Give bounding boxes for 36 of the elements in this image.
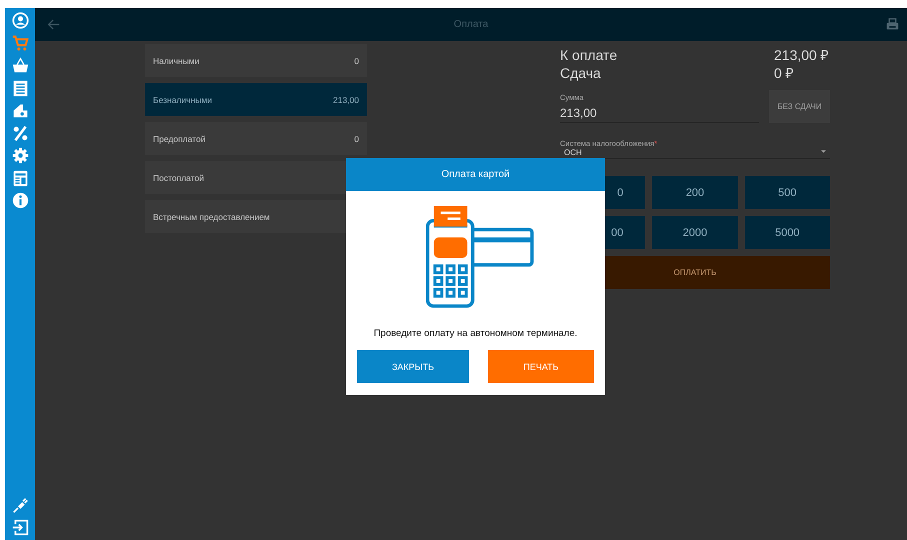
quick-amount-button[interactable]: 500 bbox=[744, 176, 830, 209]
plug-icon[interactable] bbox=[12, 496, 28, 514]
percent-icon[interactable] bbox=[12, 124, 28, 142]
back-arrow-icon[interactable] bbox=[47, 18, 60, 31]
close-button[interactable]: ЗАКРЫТЬ bbox=[357, 350, 469, 383]
user-icon[interactable] bbox=[12, 12, 28, 29]
list-icon[interactable] bbox=[12, 80, 28, 96]
quick-amount-button[interactable]: 2000 bbox=[652, 216, 738, 249]
caret-icon bbox=[821, 150, 826, 153]
payment-method-amount: 0 bbox=[354, 56, 359, 66]
payment-method-item[interactable]: Безналичными 213,00 bbox=[145, 83, 367, 116]
payment-method-amount: 213,00 bbox=[333, 94, 359, 104]
dialog-title: Оплата картой bbox=[346, 158, 605, 191]
summary-value: 213,00 ₽ bbox=[774, 46, 830, 64]
payment-method-item[interactable]: Наличными 0 bbox=[145, 44, 367, 77]
exit-icon[interactable] bbox=[12, 519, 28, 536]
summary-label: К оплате bbox=[560, 46, 618, 64]
cash-register-icon[interactable] bbox=[12, 102, 28, 119]
dialog-message: Проведите оплату на автономном терминале. bbox=[374, 328, 578, 339]
payment-method-label: Наличными bbox=[153, 56, 200, 66]
summary-label: Сдача bbox=[560, 64, 601, 82]
payment-method-label: Встречным предоставлением bbox=[153, 212, 270, 222]
summary-value: 0 ₽ bbox=[774, 64, 795, 82]
payment-method-amount: 0 bbox=[354, 134, 359, 144]
payment-method-label: Предоплатой bbox=[153, 134, 206, 144]
payment-method-label: Постоплатой bbox=[153, 172, 204, 182]
settings-icon[interactable] bbox=[12, 147, 28, 164]
newspaper-icon[interactable] bbox=[12, 170, 28, 186]
quick-amount-button[interactable]: 5000 bbox=[744, 216, 830, 249]
info-icon[interactable] bbox=[12, 192, 28, 209]
payment-method-item[interactable]: Предоплатой 0 bbox=[145, 122, 367, 155]
quick-amount-button[interactable]: 200 bbox=[652, 176, 738, 209]
payment-method-label: Безналичными bbox=[153, 94, 212, 104]
printer-icon[interactable] bbox=[886, 18, 899, 31]
basket-icon[interactable] bbox=[12, 57, 28, 74]
page-title: Оплата bbox=[454, 19, 488, 30]
